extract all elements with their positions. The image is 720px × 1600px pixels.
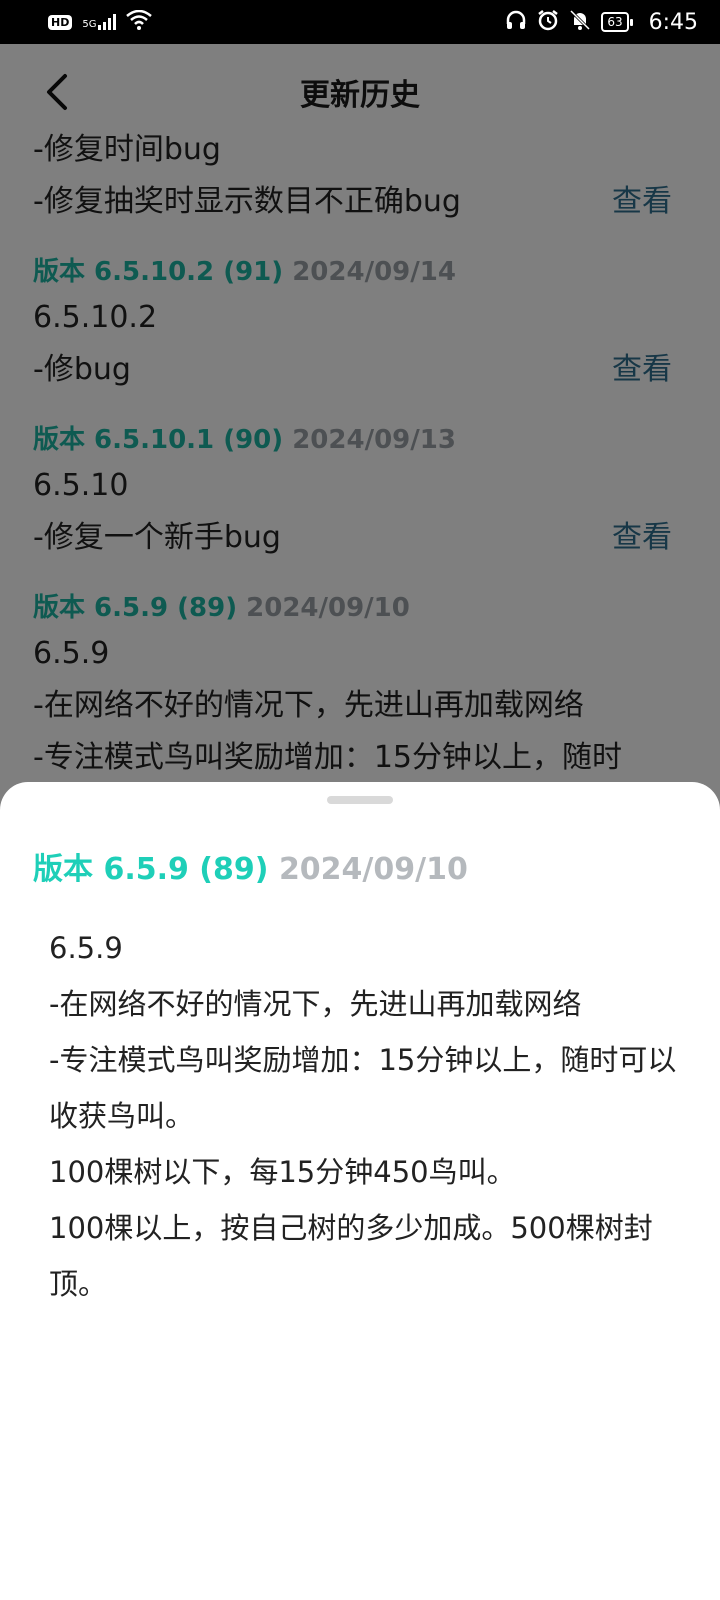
battery-icon: 63 [601, 12, 633, 32]
version-detail-sheet: 版本 6.5.9 (89) 2024/09/10 6.5.9 -在网络不好的情况… [0, 782, 720, 1600]
hd-badge: HD [48, 14, 73, 30]
cellular-signal-icon: 5G [82, 14, 117, 30]
wifi-icon [126, 9, 153, 35]
note-line: 6.5.9 [49, 931, 123, 965]
sheet-notes: 6.5.9 -在网络不好的情况下，先进山再加载网络 -专注模式鸟叫奖励增加：15… [49, 920, 679, 1312]
network-type: 5G [82, 19, 97, 30]
clock: 6:45 [648, 9, 698, 35]
headphones-icon [505, 10, 527, 35]
status-bar: HD 5G 63 6:45 [0, 0, 720, 44]
sheet-version-label: 版本 6.5.9 (89) [33, 852, 269, 887]
mute-icon [569, 9, 591, 36]
note-line: -专注模式鸟叫奖励增加：15分钟以上，随时可以收获鸟叫。 [49, 1043, 677, 1133]
note-line: 100棵树以下，每15分钟450鸟叫。 [49, 1155, 516, 1189]
note-line: -在网络不好的情况下，先进山再加载网络 [49, 987, 582, 1021]
sheet-drag-handle[interactable] [327, 796, 393, 804]
sheet-version-date: 2024/09/10 [278, 852, 468, 887]
note-line: 100棵以上，按自己树的多少加成。500棵树封顶。 [49, 1211, 653, 1301]
sheet-version-heading: 版本 6.5.9 (89) 2024/09/10 [33, 844, 468, 888]
alarm-icon [537, 9, 559, 36]
